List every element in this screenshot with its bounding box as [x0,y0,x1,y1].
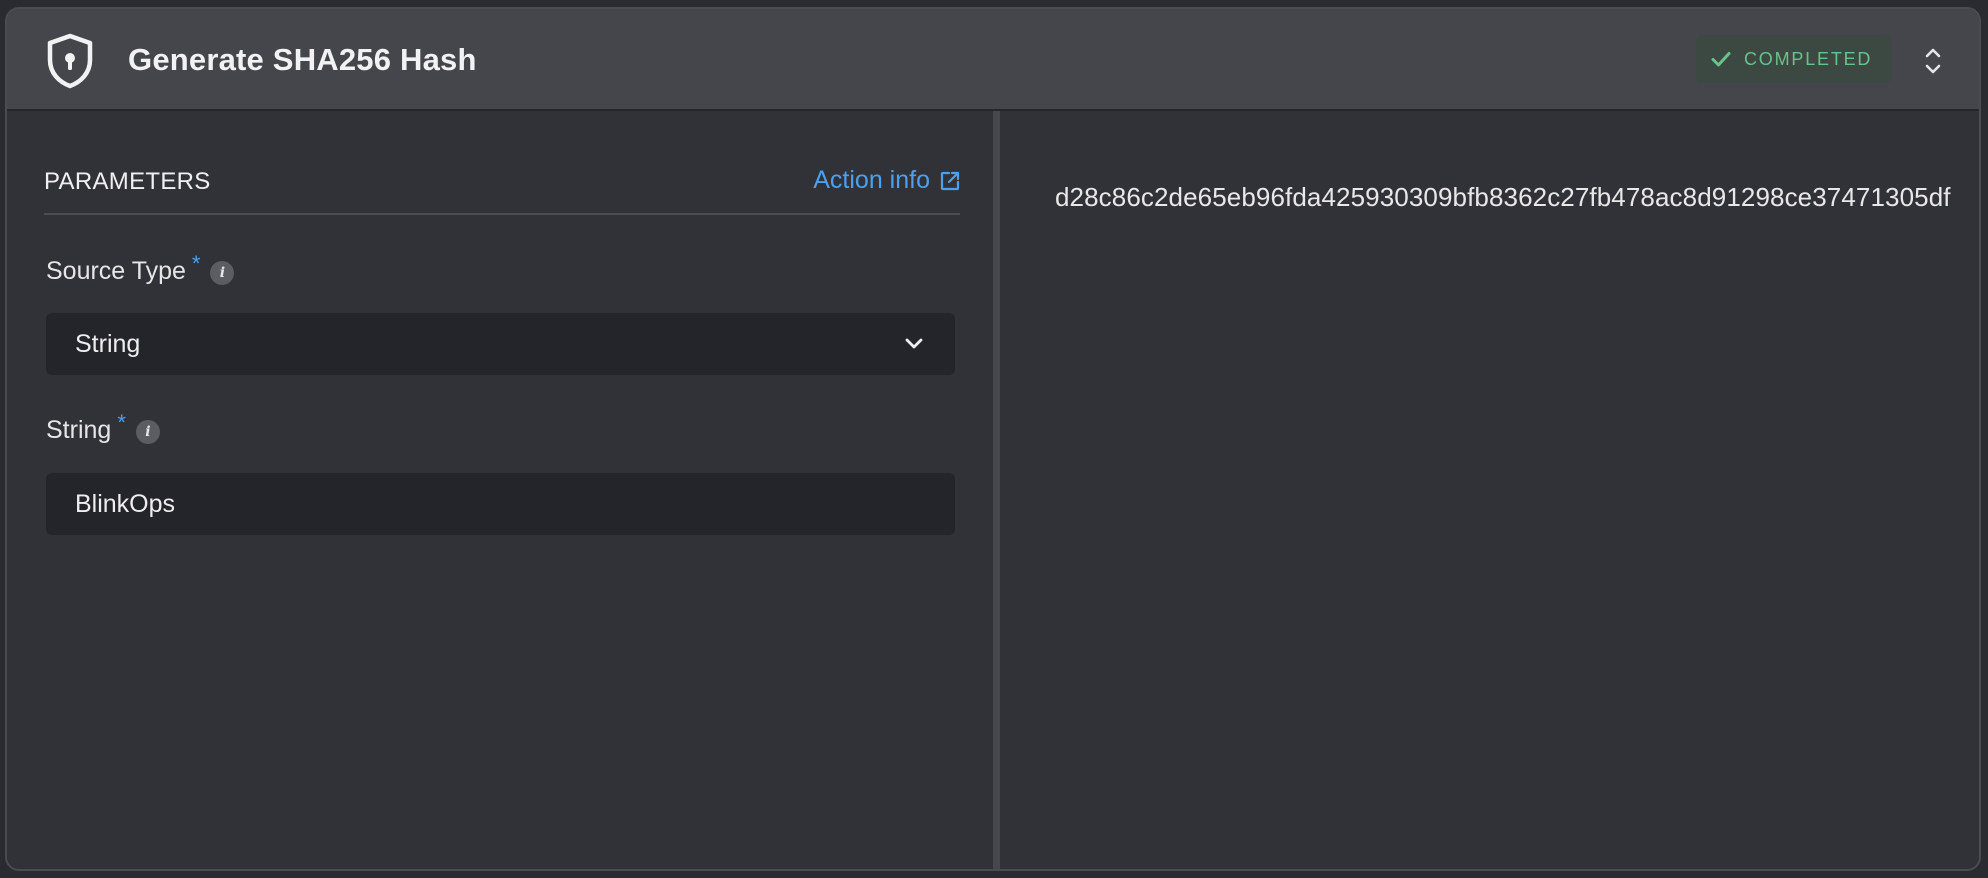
status-badge: COMPLETED [1696,35,1892,83]
shield-lock-icon [47,33,93,89]
hash-output: d28c86c2de65eb96fda425930309bfb8362c27fb… [1055,182,1951,212]
action-info-label: Action info [813,166,930,194]
source-type-select[interactable]: String [46,313,955,375]
source-type-value: String [75,329,141,358]
check-icon [1711,52,1731,67]
info-icon[interactable]: i [135,420,160,444]
card-header: Generate SHA256 Hash COMPLETED [7,9,1979,111]
expand-collapse-icon[interactable] [1919,45,1947,77]
page-title: Generate SHA256 Hash [128,42,477,77]
string-label-text: String [46,416,112,444]
output-panel: d28c86c2de65eb96fda425930309bfb8362c27fb… [1000,111,1979,869]
source-type-label-text: Source Type [46,257,186,285]
parameters-panel: PARAMETERS Action info Source Type * i S… [7,111,993,869]
parameters-divider [44,213,960,215]
action-info-link[interactable]: Action info [813,166,961,195]
required-marker: * [191,251,201,276]
external-link-icon [940,171,960,190]
source-type-label: Source Type * i [46,251,235,286]
required-marker: * [117,410,126,435]
panel-divider[interactable] [993,111,1000,869]
parameters-title: PARAMETERS [44,168,211,195]
string-input[interactable]: BlinkOps [46,473,955,535]
action-card: Generate SHA256 Hash COMPLETED PARAMETER… [5,7,1981,871]
chevron-down-icon [905,338,923,349]
info-icon[interactable]: i [210,261,235,285]
status-text: COMPLETED [1744,48,1873,69]
string-label: String * i [46,410,160,445]
string-input-value: BlinkOps [75,489,176,518]
